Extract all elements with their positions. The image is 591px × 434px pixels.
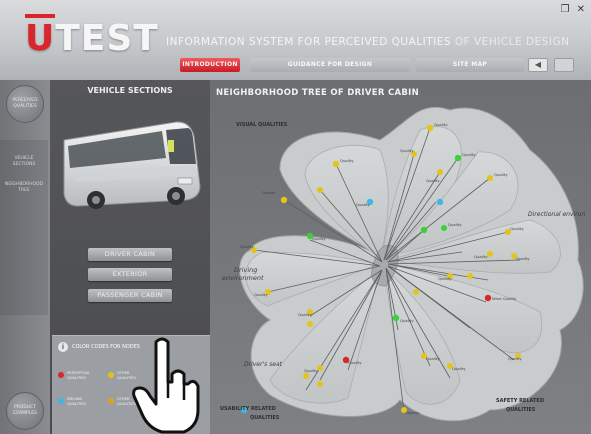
rail-perceived-qualities-button[interactable]: PERCEIVED QUALITIES	[6, 85, 44, 123]
tab-guidance-for-design[interactable]: GUIDANCE FOR DESIGN	[250, 58, 410, 72]
header: UTEST INFORMATION SYSTEM FOR PERCEIVED Q…	[0, 0, 591, 80]
logo-letter-u: U	[25, 18, 56, 59]
node-label: Quality	[474, 254, 488, 259]
back-arrow-icon[interactable]: ◀	[528, 58, 548, 72]
node-yellow[interactable]	[303, 373, 309, 379]
perceptual-dot-icon	[58, 372, 64, 378]
node-label: Quality	[494, 172, 508, 177]
region-usability: USABILITY RELATED	[220, 406, 276, 412]
vehicle-sections-title: VEHICLE SECTIONS	[87, 86, 173, 95]
side-rail: PERCEIVED QUALITIES VEHICLE SECTIONS NEI…	[0, 80, 50, 434]
tree-title: NEIGHBORHOOD TREE OF DRIVER CABIN	[216, 88, 420, 98]
app-title-main: INFORMATION SYSTEM FOR PERCEIVED QUALITI…	[166, 36, 452, 48]
node-yellow[interactable]	[413, 289, 419, 295]
node-yellow[interactable]	[426, 124, 434, 132]
node-label: Quality	[400, 148, 414, 153]
region-driving: Driving	[234, 266, 257, 274]
window-controls: ❐ ✕	[556, 4, 585, 15]
bus-illustration	[63, 121, 201, 209]
node-label: Quality	[510, 226, 524, 231]
other-dot-icon-2	[108, 398, 114, 404]
driving-dot-icon	[58, 398, 64, 404]
node-label: Quality	[400, 318, 414, 323]
node-yellow[interactable]	[317, 187, 323, 193]
options-button[interactable]	[554, 58, 574, 72]
node-red[interactable]	[484, 294, 492, 302]
legend-item: PERCEPTUAL QUALITIES	[67, 371, 90, 381]
logo: UTEST	[25, 18, 159, 59]
tab-introduction[interactable]: INTRODUCTION	[180, 58, 240, 72]
node-label: Quality	[298, 312, 312, 317]
node-label: Wind Quality	[492, 296, 517, 301]
rail-top-label: PERCEIVED QUALITIES	[12, 98, 38, 109]
node-yellow[interactable]	[317, 365, 323, 371]
tab-site-map[interactable]: SITE MAP	[416, 58, 524, 72]
app-title-sub: OF VEHICLE DESIGN	[454, 36, 570, 48]
node-label: Quality	[312, 236, 326, 241]
hand-pointer-icon	[132, 337, 200, 434]
node-yellow[interactable]	[467, 273, 473, 279]
rail-product-examples-button[interactable]: PRODUCT EXAMPLES	[6, 392, 44, 430]
node-yellow[interactable]	[487, 251, 493, 257]
exterior-button[interactable]: EXTERIOR	[88, 268, 172, 281]
node-label: Quality	[426, 178, 440, 183]
region-drivers-seat: Driver's seat	[244, 361, 283, 368]
node-label: Quality	[462, 152, 476, 157]
node-label: Quality	[508, 356, 522, 361]
region-usability-sub: QUALITIES	[250, 415, 280, 421]
logo-text: TEST	[55, 18, 159, 59]
node-blue[interactable]	[436, 198, 444, 206]
driver-cabin-button[interactable]: DRIVER CABIN	[88, 248, 172, 261]
node-label: Quality	[356, 202, 370, 207]
node-label: Quality	[254, 292, 268, 297]
node-label: Quality	[448, 222, 462, 227]
region-environment: environment	[222, 274, 264, 282]
close-icon[interactable]: ✕	[577, 4, 585, 15]
node-label: Quality	[340, 158, 354, 163]
restore-icon[interactable]: ❐	[560, 4, 569, 15]
rail-bottom-label: PRODUCT EXAMPLES	[13, 405, 37, 416]
region-directional: Directional environ	[528, 211, 585, 218]
node-label: Quality	[434, 122, 448, 127]
app-window: UTEST INFORMATION SYSTEM FOR PERCEIVED Q…	[0, 0, 591, 434]
node-yellow[interactable]	[280, 196, 288, 204]
node-label: Quality	[452, 366, 466, 371]
node-label: Quality	[262, 190, 276, 195]
other-dot-icon	[108, 372, 114, 378]
region-visual-qualities: VISUAL QUALITIES	[236, 122, 288, 128]
node-label: Quality	[438, 276, 452, 281]
neighborhood-tree-diagram[interactable]: Quality Quality Quality Quality Quality …	[210, 80, 591, 434]
rail-item-vehicle-sections[interactable]: VEHICLE SECTIONS	[4, 156, 44, 168]
node-green[interactable]	[392, 314, 400, 322]
node-label: Quality	[240, 244, 254, 249]
node-yellow[interactable]	[487, 175, 493, 181]
node-yellow[interactable]	[437, 169, 443, 175]
legend-sub: QUALITIES	[67, 402, 86, 406]
node-green[interactable]	[441, 225, 447, 231]
node-label: Quality	[426, 356, 440, 361]
node-label: Quality	[516, 256, 530, 261]
info-icon: i	[58, 342, 68, 352]
node-label: Quality	[406, 410, 420, 415]
node-yellow[interactable]	[332, 160, 340, 168]
node-yellow[interactable]	[307, 321, 313, 327]
neighborhood-tree-panel: Quality Quality Quality Quality Quality …	[210, 80, 591, 434]
node-yellow[interactable]	[317, 381, 323, 387]
legend-item: DRIVING QUALITIES	[67, 397, 86, 407]
passenger-cabin-button[interactable]: PASSENGER CABIN	[88, 289, 172, 302]
app-title: INFORMATION SYSTEM FOR PERCEIVED QUALITI…	[166, 36, 569, 48]
node-label: Quality	[304, 368, 318, 373]
region-safety: SAFETY RELATED	[496, 398, 544, 404]
legend-sub: QUALITIES	[67, 376, 86, 380]
rail-item-neighborhood-tree[interactable]: NEIGHBORHOOD TREE	[4, 182, 44, 194]
legend-title: COLOR CODES FOR NODES	[72, 344, 140, 350]
region-safety-sub: QUALITIES	[506, 407, 536, 413]
node-green[interactable]	[454, 154, 462, 162]
node-label: Quality	[348, 360, 362, 365]
node-green[interactable]	[420, 226, 428, 234]
